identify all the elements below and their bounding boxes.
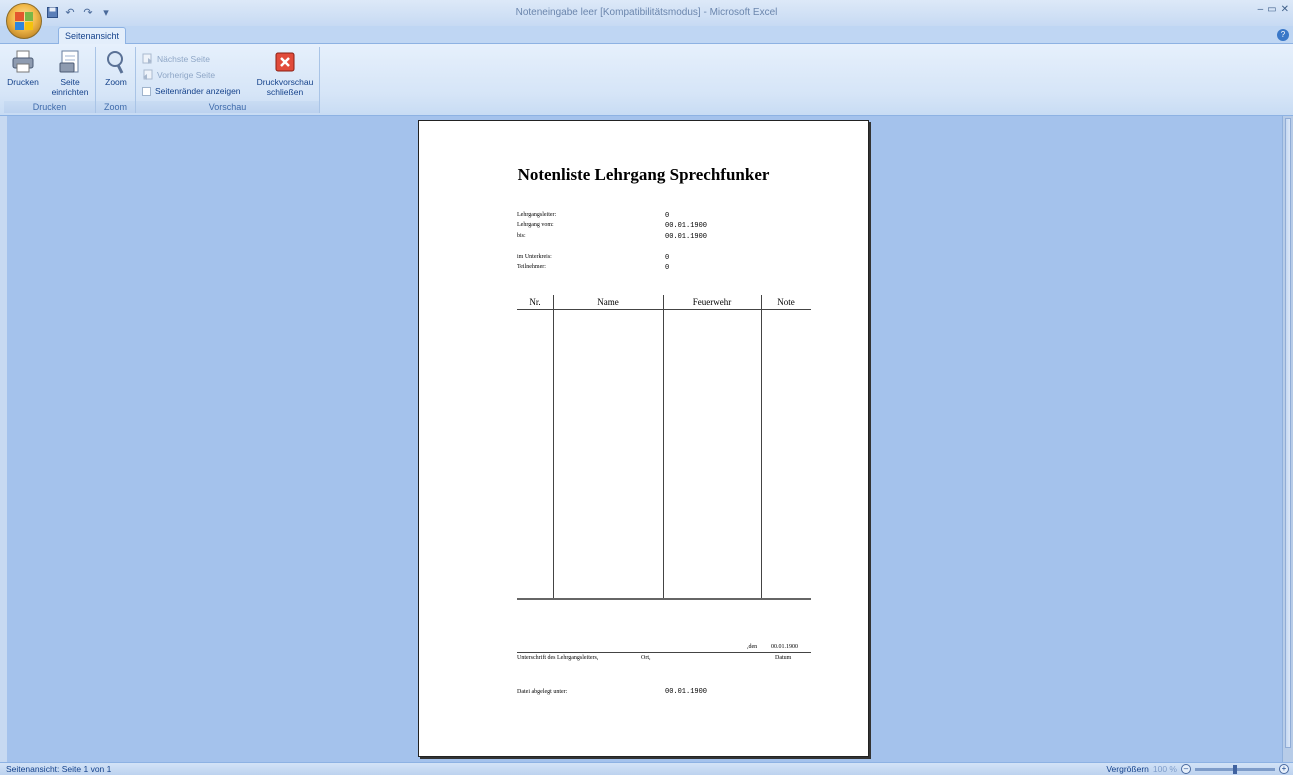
zoom-out-button[interactable]: – <box>1181 764 1191 774</box>
close-preview-label-2: schließen <box>266 87 304 97</box>
preview-page: Notenliste Lehrgang Sprechfunker Lehrgan… <box>418 120 869 757</box>
group-zoom: Zoom Zoom <box>96 47 136 113</box>
field-label-teilnehmer: Teilnehmer: <box>517 264 546 270</box>
group-drucken: Drucken Seite einrichten Drucken <box>4 47 96 113</box>
restore-button[interactable]: ▭ <box>1267 4 1276 15</box>
close-preview-label-1: Druckvorschau <box>256 77 314 87</box>
office-logo-icon <box>15 12 33 30</box>
minimize-button[interactable]: – <box>1258 4 1264 15</box>
date-caption: Datum <box>775 655 792 661</box>
field-value-bis: 00.01.1900 <box>665 233 708 241</box>
table-bottom-rule <box>517 598 811 600</box>
left-border <box>0 116 7 762</box>
office-button[interactable] <box>6 3 42 39</box>
magnifier-icon <box>103 49 129 75</box>
field-value-vom: 00.01.1900 <box>665 222 708 230</box>
header-name: Name <box>597 297 619 307</box>
zoom-label: Zoom <box>105 77 127 87</box>
status-bar: Seitenansicht: Seite 1 von 1 Vergrößern … <box>0 762 1293 775</box>
show-margins-checkbox[interactable]: Seitenränder anzeigen <box>142 86 241 96</box>
signature-date: 00.01.1900 <box>771 644 798 650</box>
group-label-vorschau: Vorschau <box>136 101 319 113</box>
zoom-level[interactable]: 100 % <box>1153 764 1177 774</box>
field-value-teilnehmer: 0 <box>665 264 670 272</box>
column-divider <box>761 295 762 599</box>
filed-label: Datei abgelegt unter: <box>517 689 568 695</box>
tab-seitenansicht[interactable]: Seitenansicht <box>58 27 127 45</box>
den-label: ,den <box>747 644 758 650</box>
group-label-zoom: Zoom <box>96 101 135 113</box>
help-icon[interactable]: ? <box>1277 29 1289 41</box>
previous-page-icon <box>142 69 153 80</box>
margins-checkbox-box[interactable] <box>142 86 151 96</box>
zoom-in-button[interactable]: + <box>1279 764 1289 774</box>
zoom-controls: Vergrößern 100 % – + <box>1106 764 1289 774</box>
next-page-label: Nächste Seite <box>157 53 210 64</box>
page-setup-button[interactable]: Seite einrichten <box>48 49 92 97</box>
page-setup-icon <box>57 49 83 75</box>
page-setup-label-1: Seite <box>60 77 80 87</box>
signature-caption: Unterschrift des Lehrgangsleiters, <box>517 655 599 661</box>
group-vorschau: Nächste Seite Vorherige Seite Seitenränd… <box>136 47 320 113</box>
field-label-vom: Lehrgang vom: <box>517 222 554 228</box>
window-controls: – ▭ ✕ <box>1258 4 1289 15</box>
field-value-unterkreis: 0 <box>665 254 670 262</box>
group-label-drucken: Drucken <box>4 101 95 113</box>
ribbon: Drucken Seite einrichten Drucken Zoom Zo… <box>0 44 1293 116</box>
previous-page-label: Vorherige Seite <box>157 69 216 80</box>
scrollbar-thumb[interactable] <box>1285 118 1291 748</box>
zoom-slider[interactable] <box>1195 764 1275 774</box>
print-button[interactable]: Drucken <box>6 49 40 87</box>
close-window-button[interactable]: ✕ <box>1281 4 1289 15</box>
place-caption: Ort, <box>641 655 651 661</box>
column-divider <box>553 295 554 599</box>
print-label: Drucken <box>7 77 39 87</box>
document-title: Notenliste Lehrgang Sprechfunker <box>517 165 770 184</box>
window-title: Noteneingabe leer [Kompatibilitätsmodus]… <box>515 7 778 18</box>
column-divider <box>663 295 664 599</box>
field-label-bis: bis: <box>517 233 526 239</box>
ribbon-tab-strip: Seitenansicht ? <box>0 26 1293 45</box>
grades-table: Nr. Name Feuerwehr Note <box>517 295 811 600</box>
title-bar: ↶ ↷ ▾ Noteneingabe leer [Kompatibilitäts… <box>0 0 1293 26</box>
header-feuerwehr: Feuerwehr <box>692 297 732 307</box>
signature-line <box>517 652 811 653</box>
vertical-scrollbar[interactable] <box>1282 116 1293 762</box>
next-page-button[interactable]: Nächste Seite <box>142 53 210 64</box>
show-margins-label: Seitenränder anzeigen <box>155 86 241 96</box>
previous-page-button[interactable]: Vorherige Seite <box>142 69 215 80</box>
status-text: Seitenansicht: Seite 1 von 1 <box>6 764 112 774</box>
close-preview-icon <box>272 49 298 75</box>
zoom-status-label[interactable]: Vergrößern <box>1106 764 1149 774</box>
header-nr: Nr. <box>529 297 541 307</box>
header-note: Note <box>777 297 795 307</box>
close-print-preview-button[interactable]: Druckvorschau schließen <box>254 49 316 97</box>
header-rule <box>517 309 811 310</box>
page-setup-label-2: einrichten <box>51 87 89 97</box>
next-page-icon <box>142 53 153 64</box>
field-label-unterkreis: im Unterkreis: <box>517 254 552 260</box>
field-label-leiter: Lehrgangsleiter: <box>517 212 557 218</box>
filed-value: 00.01.1900 <box>665 688 708 696</box>
zoom-slider-knob[interactable] <box>1233 764 1237 774</box>
field-value-leiter: 0 <box>665 212 670 220</box>
printer-icon <box>10 49 36 75</box>
zoom-button[interactable]: Zoom <box>100 49 132 87</box>
